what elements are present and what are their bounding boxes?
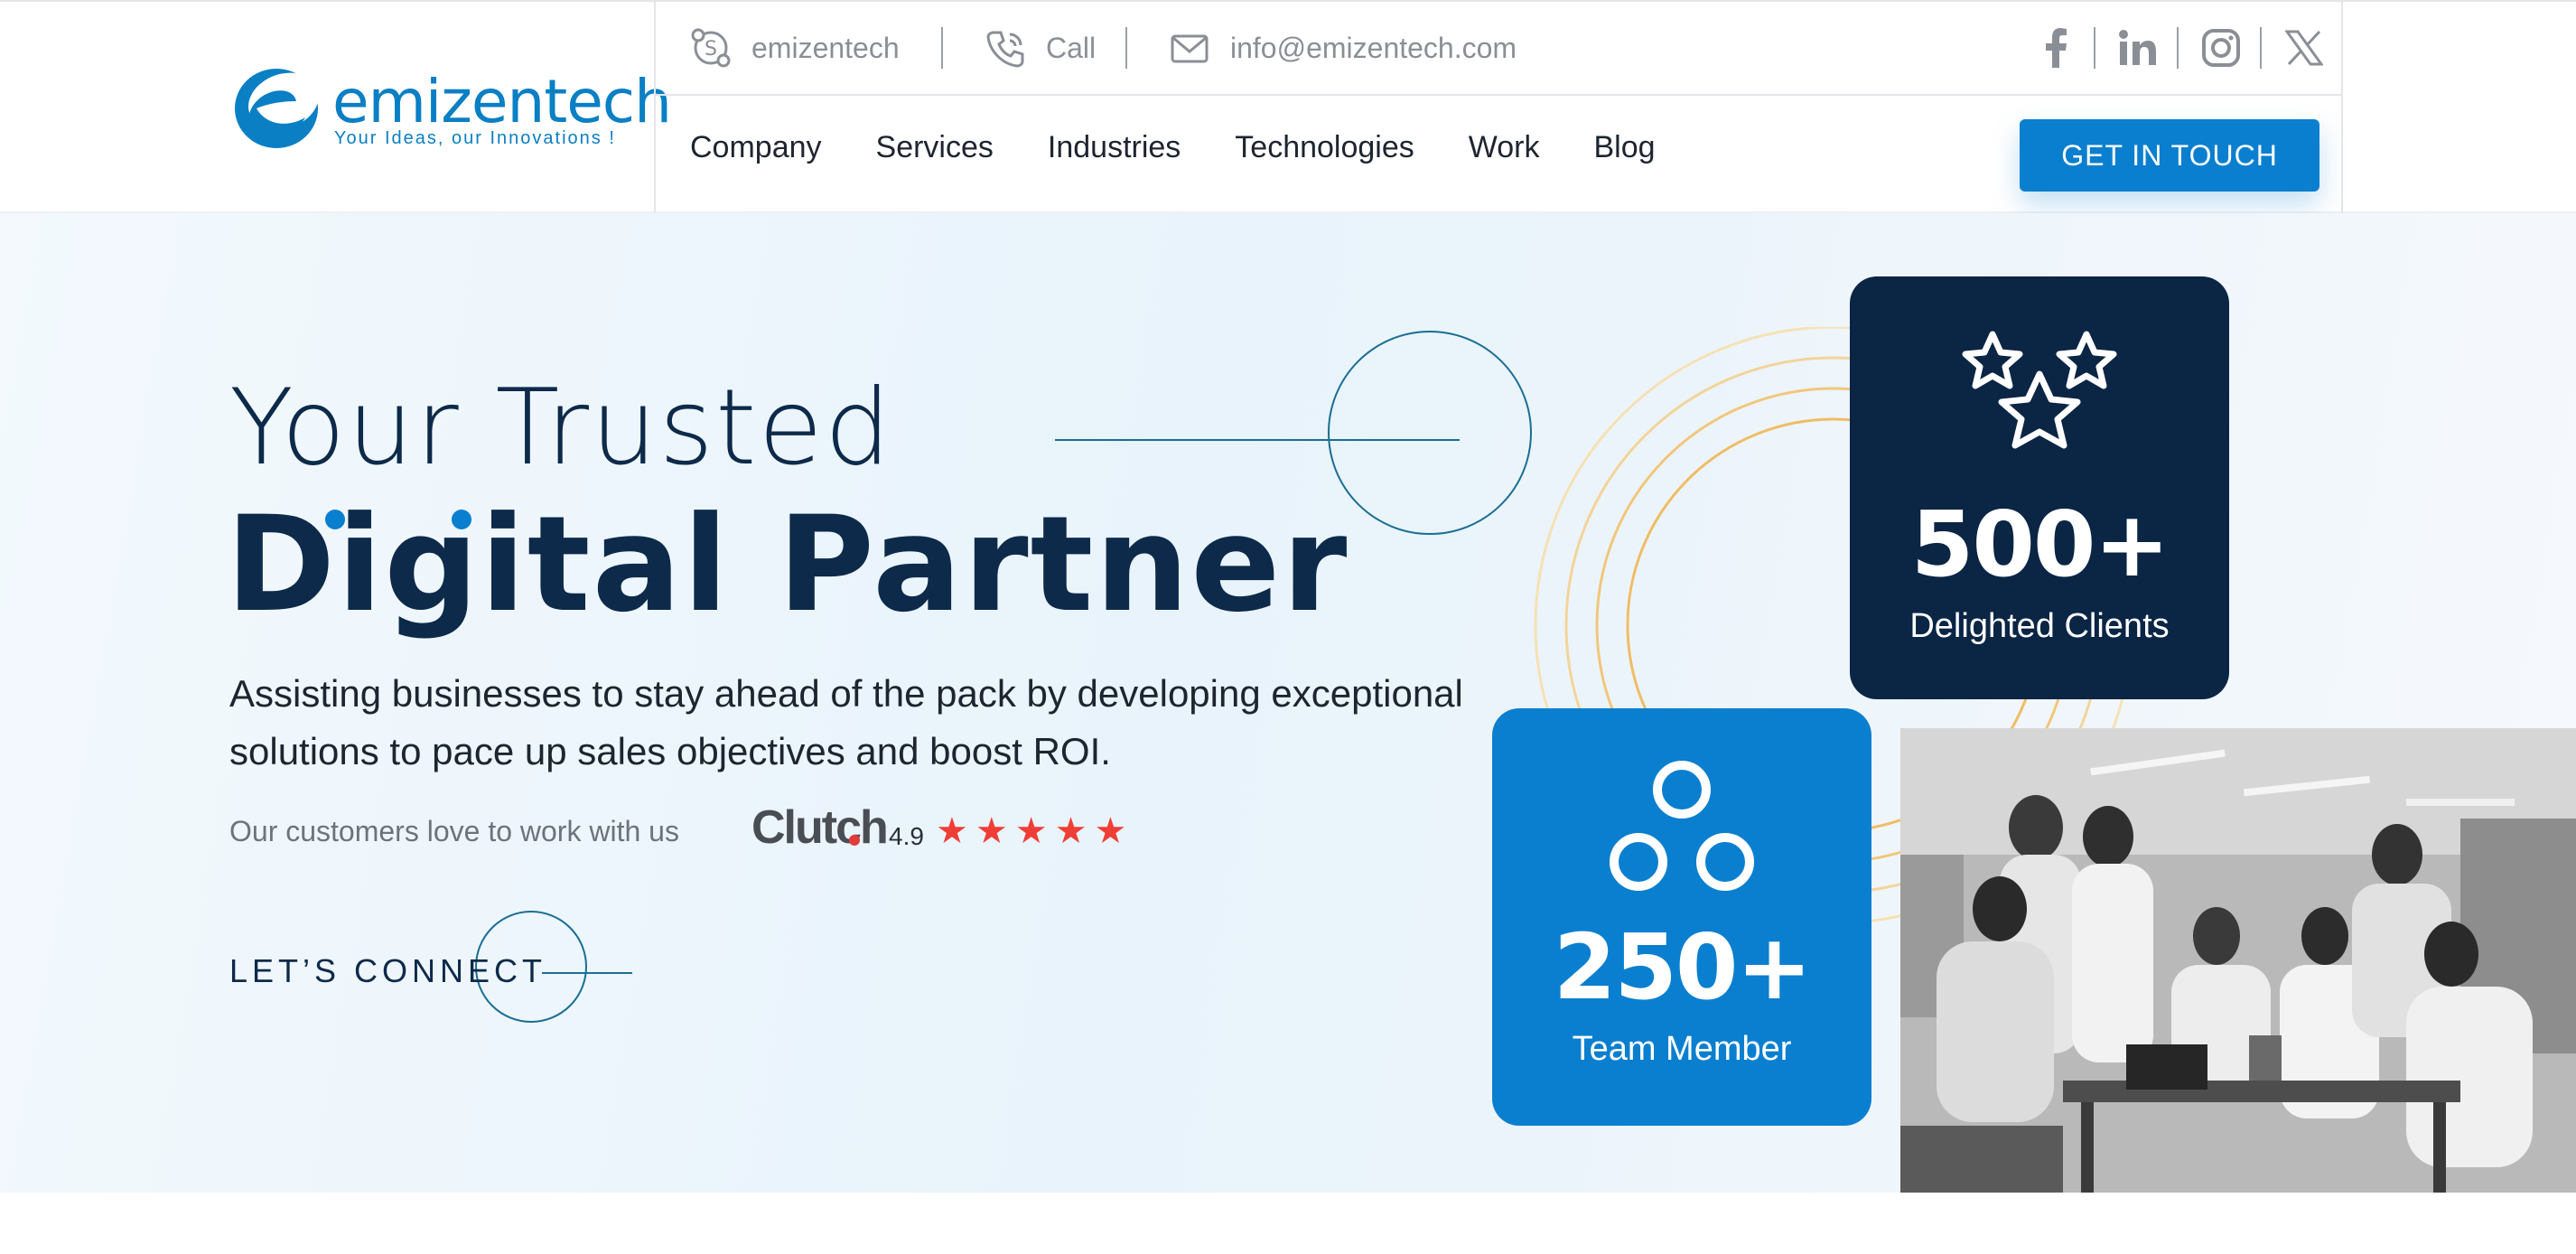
nav-item-blog[interactable]: Blog <box>1594 130 1656 165</box>
mail-icon <box>1171 34 1209 63</box>
social-separator <box>2260 27 2262 69</box>
linkedin-icon <box>2119 30 2156 65</box>
nav-item-company[interactable]: Company <box>690 130 822 165</box>
brand-logo[interactable]: emizentech Your Ideas, our Innovations ! <box>229 61 672 161</box>
clients-label: Delighted Clients <box>1909 607 2170 645</box>
instagram-link[interactable] <box>2198 25 2244 70</box>
hero-title-line2: Digital Partner <box>226 488 1349 641</box>
skype-link[interactable]: S emizentech <box>690 25 900 70</box>
nav-item-work[interactable]: Work <box>1469 130 1540 165</box>
hero-title-line1: Your Trusted <box>229 367 893 489</box>
social-separator <box>2177 27 2179 69</box>
call-link[interactable]: Call <box>985 25 1096 70</box>
star-icon: ★ <box>1054 811 1087 851</box>
title-accent-dot <box>452 510 471 529</box>
facebook-icon <box>2046 28 2067 68</box>
email-label: info@emizentech.com <box>1230 31 1517 64</box>
logo-wordmark: emizentech <box>332 67 672 136</box>
phone-icon <box>986 31 1024 68</box>
connect-line <box>542 972 632 974</box>
clutch-rating: 4.9 <box>889 822 924 850</box>
topbar-separator <box>941 27 943 69</box>
title-accent-dot <box>325 510 345 529</box>
linkedin-link[interactable] <box>2115 25 2161 70</box>
logo-mark-icon <box>235 69 319 148</box>
team-stat-card: 250+ Team Member <box>1492 708 1871 1126</box>
team-circles-icon <box>1610 761 1754 891</box>
star-icon: ★ <box>1014 811 1048 851</box>
clients-count: 500+ <box>1910 491 2170 597</box>
site-header: emizentech Your Ideas, our Innovations !… <box>0 0 2576 215</box>
nav-item-services[interactable]: Services <box>876 130 994 165</box>
social-separator <box>2094 27 2095 69</box>
customers-love-text: Our customers love to work with us <box>229 815 679 847</box>
instagram-icon <box>2202 29 2240 67</box>
lets-connect-link[interactable]: LET’S CONNECT <box>229 952 546 990</box>
page-bottom-strip <box>0 1193 2576 1254</box>
team-label: Team Member <box>1572 1030 1792 1068</box>
main-nav: Company Services Industries Technologies… <box>690 130 1656 165</box>
clutch-logo-dot <box>849 835 860 846</box>
header-divider <box>654 94 2343 96</box>
star-icon: ★ <box>936 811 968 851</box>
email-link[interactable]: info@emizentech.com <box>1169 25 1517 70</box>
get-in-touch-button[interactable]: GET IN TOUCH <box>2020 119 2319 192</box>
stars-icon <box>1962 331 2117 449</box>
clients-stat-card: 500+ Delighted Clients <box>1850 276 2229 699</box>
topbar-separator <box>1125 27 1127 69</box>
logo-tagline: Your Ideas, our Innovations ! <box>334 128 616 148</box>
star-icon: ★ <box>1094 811 1127 851</box>
star-icon: ★ <box>975 811 1008 851</box>
nav-item-industries[interactable]: Industries <box>1048 130 1181 165</box>
clutch-logo[interactable]: Clutch <box>751 800 889 855</box>
hero-subtitle: Assisting businesses to stay ahead of th… <box>229 672 1463 772</box>
skype-label: emizentech <box>751 31 900 64</box>
skype-icon: S <box>691 28 731 68</box>
contact-topbar: S emizentech Call info@emizentech.com <box>654 2 2343 94</box>
team-count: 250+ <box>1553 914 1813 1020</box>
nav-item-technologies[interactable]: Technologies <box>1235 130 1414 165</box>
team-photo <box>1900 728 2576 1193</box>
facebook-link[interactable] <box>2034 25 2079 70</box>
rating-stars: ★ ★ ★ ★ ★ <box>936 813 1126 849</box>
call-label: Call <box>1046 31 1097 64</box>
x-icon <box>2285 30 2323 66</box>
svg-text:S: S <box>705 38 717 61</box>
x-link[interactable] <box>2282 25 2327 70</box>
hero-section: Your Trusted Digital Partner Assisting b… <box>0 213 2576 1193</box>
team-photo-illustration <box>1900 728 2576 1193</box>
